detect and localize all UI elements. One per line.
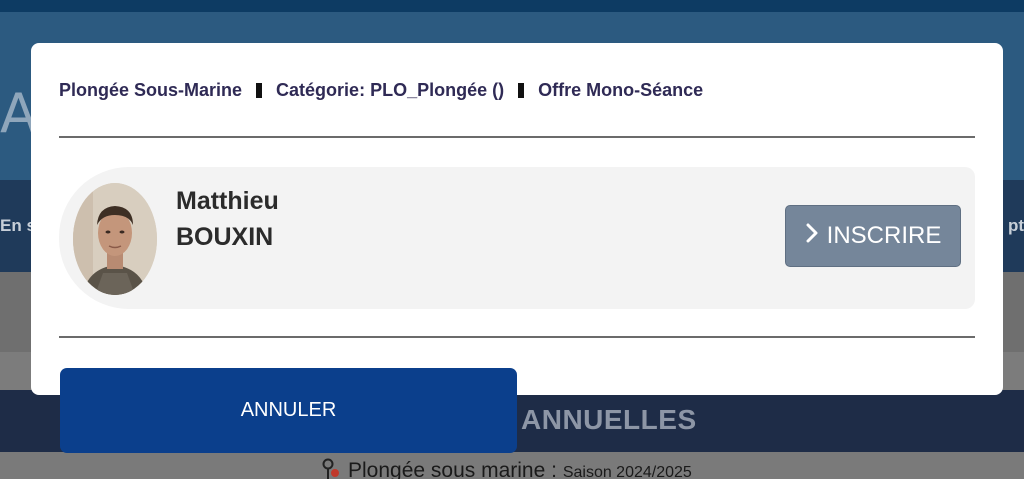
- inscrire-button[interactable]: INSCRIRE: [785, 205, 961, 267]
- breadcrumb-category: Catégorie: PLO_Plongée (): [276, 80, 505, 100]
- person-first-name: Matthieu: [176, 187, 279, 215]
- cancel-button[interactable]: ANNULER: [60, 368, 517, 453]
- background-activity-line: Plongée sous marine : Saison 2024/2025: [322, 458, 692, 479]
- person-name: Matthieu BOUXIN: [176, 183, 279, 255]
- background-nav-right-text: pt: [1007, 216, 1024, 235]
- person-card: Matthieu BOUXIN INSCRIRE: [59, 167, 975, 309]
- breadcrumb-activity: Plongée Sous-Marine: [59, 80, 243, 100]
- registration-modal: Plongée Sous-Marine Catégorie: PLO_Plong…: [31, 43, 1003, 395]
- inscrire-label: INSCRIRE: [826, 222, 942, 249]
- background-season-text: Saison 2024/2025: [562, 464, 692, 479]
- chevron-right-icon: [805, 222, 819, 250]
- breadcrumb-offer: Offre Mono-Séance: [538, 80, 704, 100]
- background-top-bar: [0, 0, 1024, 12]
- person-last-name: BOUXIN: [176, 223, 274, 251]
- avatar: [73, 183, 157, 295]
- background-band-title: ANNUELLES: [521, 404, 697, 435]
- breadcrumb-separator: [256, 83, 263, 98]
- background-activity-text: Plongée sous marine :: [348, 459, 557, 479]
- breadcrumb-separator: [518, 83, 525, 98]
- diving-pin-icon: [322, 458, 340, 479]
- breadcrumb: Plongée Sous-Marine Catégorie: PLO_Plong…: [59, 80, 703, 101]
- cancel-label: ANNULER: [240, 399, 337, 421]
- divider: [59, 136, 975, 138]
- divider: [59, 336, 975, 338]
